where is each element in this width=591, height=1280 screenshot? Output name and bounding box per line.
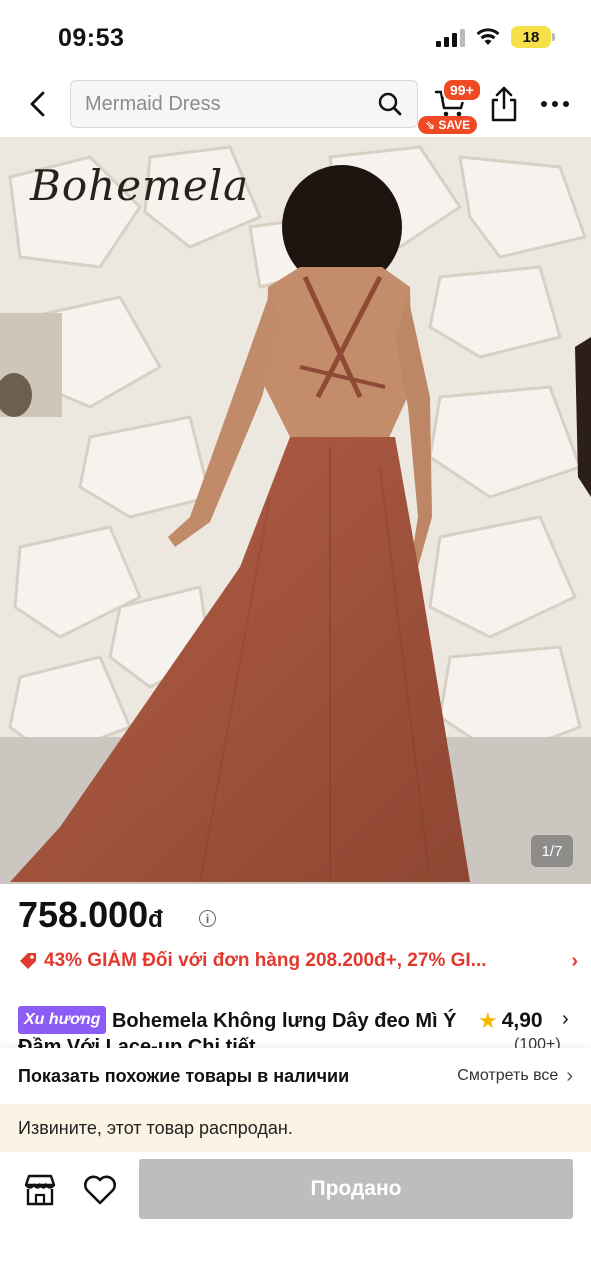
trend-badge: Xu hương (18, 1006, 107, 1034)
search-icon[interactable] (377, 91, 403, 117)
store-button[interactable] (22, 1172, 58, 1208)
promo-row[interactable]: 43% GIẢM Đối với đơn hàng 208.200đ+, 27%… (18, 948, 578, 974)
battery-icon: 18 (511, 26, 555, 48)
nav-bar: Mermaid Dress 99+ ⇘ SAVE (0, 74, 591, 136)
back-button[interactable] (20, 86, 56, 122)
product-image-gallery[interactable]: Bohemela 1/7 (0, 137, 591, 884)
chevron-right-icon: › (562, 1008, 569, 1030)
save-badge: ⇘ SAVE (418, 116, 478, 134)
similar-items-bar[interactable]: Показать похожие товары в наличии Смотре… (0, 1048, 591, 1104)
product-photo (0, 137, 591, 884)
chevron-right-icon: › (566, 1064, 573, 1087)
share-button[interactable] (488, 84, 520, 124)
more-button[interactable] (535, 92, 575, 116)
share-icon (491, 86, 517, 122)
sold-out-notice: Извините, этот товар распродан. (0, 1104, 591, 1152)
star-icon: ★ (478, 1008, 498, 1033)
chevron-right-icon: › (571, 949, 578, 972)
sold-out-notice-text: Извините, этот товар распродан. (18, 1117, 293, 1138)
wifi-icon (476, 28, 500, 45)
signal-icon (436, 27, 465, 47)
product-price: 758.000đ (18, 894, 163, 936)
heart-icon (84, 1175, 116, 1205)
rating-value: 4,90 (501, 1009, 543, 1032)
more-icon-dot (563, 101, 569, 107)
sold-out-button[interactable]: Продано (139, 1159, 573, 1219)
cart-count-badge: 99+ (442, 78, 482, 102)
search-placeholder: Mermaid Dress (85, 92, 221, 115)
brand-logo: Bohemela (30, 161, 250, 210)
info-icon[interactable]: i (199, 910, 216, 927)
image-page-indicator: 1/7 (531, 835, 573, 867)
more-icon-dot (552, 101, 558, 107)
price-currency: đ (148, 906, 163, 933)
status-bar: 09:53 18 (0, 0, 591, 72)
rating[interactable]: ★ 4,90 (478, 1008, 543, 1034)
battery-level: 18 (522, 28, 540, 46)
status-icons: 18 (436, 26, 555, 48)
price-value: 758.000 (18, 894, 149, 935)
store-icon (24, 1174, 56, 1206)
product-title[interactable]: Xu hương Bohemela Không lưng Dây đeo Mì … (18, 1006, 458, 1050)
tag-icon (20, 953, 36, 969)
cart-button[interactable]: 99+ ⇘ SAVE (418, 78, 488, 136)
product-title-area: Xu hương Bohemela Không lưng Dây đeo Mì … (18, 1006, 578, 1050)
wishlist-button[interactable] (82, 1172, 118, 1208)
view-all-link[interactable]: Смотреть все (457, 1067, 558, 1085)
bottom-action-bar: Продано (0, 1152, 591, 1280)
search-input[interactable]: Mermaid Dress (70, 80, 418, 128)
save-badge-label: SAVE (438, 118, 471, 132)
similar-items-title: Показать похожие товары в наличии (18, 1065, 350, 1086)
chevron-left-icon (30, 91, 45, 117)
status-time: 09:53 (58, 24, 125, 52)
more-icon-dot (541, 101, 547, 107)
promo-text: 43% GIẢM Đối với đơn hàng 208.200đ+, 27%… (44, 950, 487, 971)
